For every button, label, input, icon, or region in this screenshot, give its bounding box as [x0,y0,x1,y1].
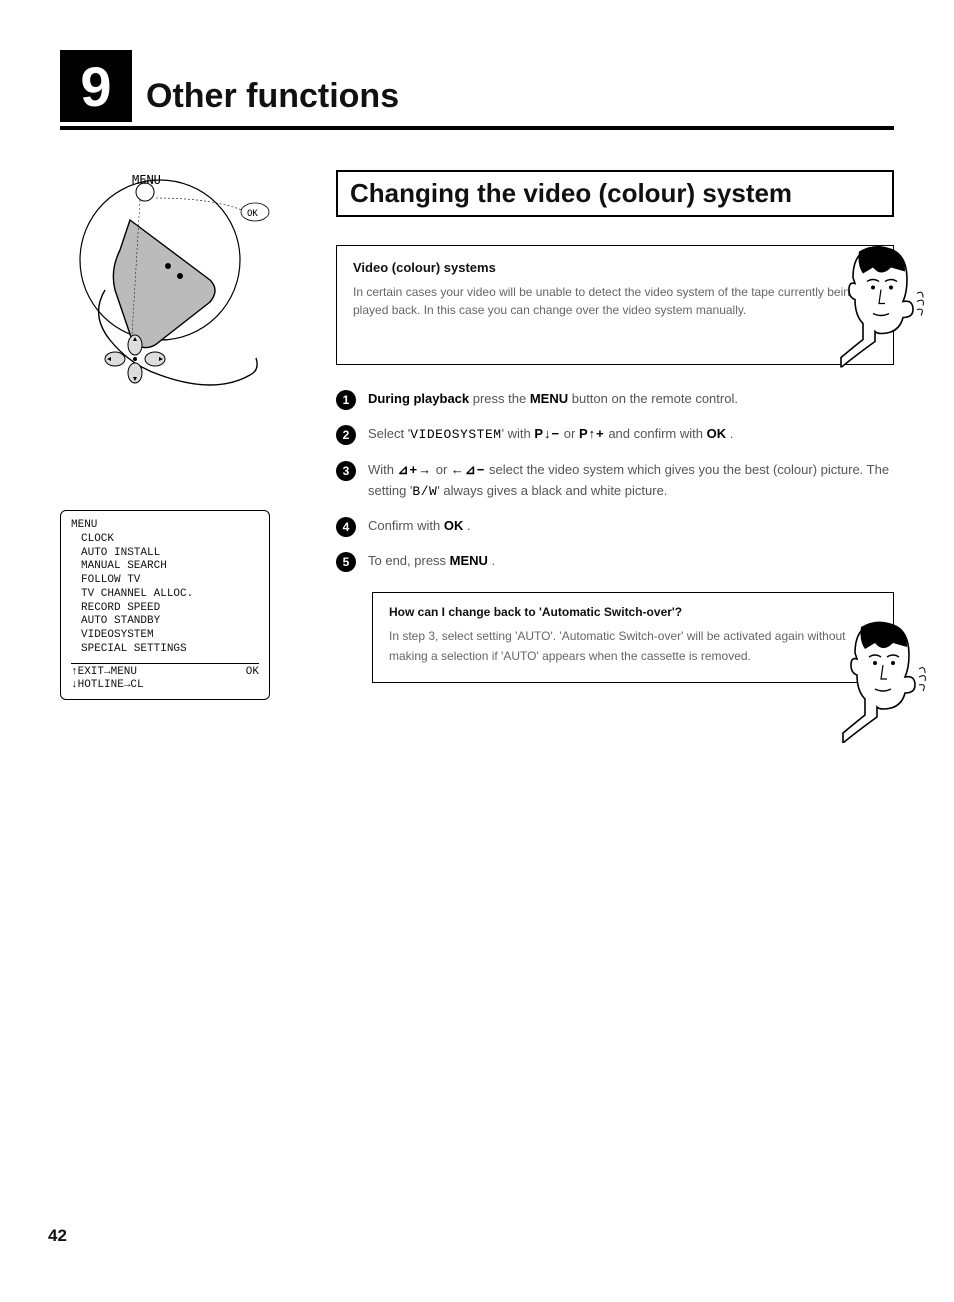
info-box-title: Video (colour) systems [353,260,877,275]
tip-box-title: How can I change back to 'Automatic Swit… [389,605,877,619]
osd-menu-item: RECORD SPEED [81,602,259,616]
step-row: 2 Select 'VIDEOSYSTEM' with P↓− or P↑+ a… [336,424,894,446]
osd-menu-item: TV CHANNEL ALLOC. [81,588,259,602]
osd-menu-item: AUTO STANDBY [81,615,259,629]
chapter-number-box: 9 [60,50,132,122]
osd-menu-item: CLOCK [81,533,259,547]
remote-illustration: MENU OK [60,170,270,410]
osd-menu-item: FOLLOW TV [81,574,259,588]
info-box-video-systems: Video (colour) systems In certain cases … [336,245,894,365]
osd-footer-right: OK [246,666,259,680]
step-number-bullet: 4 [336,517,356,537]
osd-menu-item: AUTO INSTALL [81,547,259,561]
mono-auto: AUTO [517,629,550,643]
step-number-bullet: 2 [336,425,356,445]
step-text: To end, press MENU . [368,551,894,572]
step-text: Confirm with OK . [368,516,894,537]
step-row: 4 Confirm with OK . [336,516,894,537]
step-number-bullet: 3 [336,461,356,481]
remote-ok-label: OK [247,209,258,219]
person-icon [833,238,925,373]
step-row: 5 To end, press MENU . [336,551,894,572]
info-box-text: In certain cases your video will be unab… [353,283,877,319]
tip-box-auto-switchover: How can I change back to 'Automatic Swit… [372,592,894,682]
chapter-title: Other functions [146,77,399,122]
step-row: 1 During playback press the MENU button … [336,389,894,410]
osd-footer-left-2: ↓HOTLINE→CL [71,679,144,693]
header-rule [60,126,894,130]
step-text: During playback press the MENU button on… [368,389,894,410]
person-icon [835,613,927,748]
osd-menu-title: MENU [71,519,259,533]
osd-footer-left: ↑EXIT→MENU [71,666,137,680]
tip-box-text: In step 3, select setting 'AUTO'. 'Autom… [389,627,877,665]
step-number-bullet: 5 [336,552,356,572]
step-text: Select 'VIDEOSYSTEM' with P↓− or P↑+ and… [368,424,894,446]
mono-auto: AUTO [503,649,536,663]
step-number-bullet: 1 [336,390,356,410]
section-title: Changing the video (colour) system [336,170,894,217]
osd-menu-screen: MENU CLOCK AUTO INSTALL MANUAL SEARCH FO… [60,510,270,700]
step-row: 3 With ⊿+→ or ←⊿− select the video syste… [336,460,894,503]
step-text: With ⊿+→ or ←⊿− select the video system … [368,460,894,503]
steps-list: 1 During playback press the MENU button … [336,389,894,572]
osd-menu-item: VIDEOSYSTEM [81,629,259,643]
osd-menu-item: MANUAL SEARCH [81,560,259,574]
page-number: 42 [48,1226,67,1246]
osd-menu-item: SPECIAL SETTINGS [81,643,259,657]
